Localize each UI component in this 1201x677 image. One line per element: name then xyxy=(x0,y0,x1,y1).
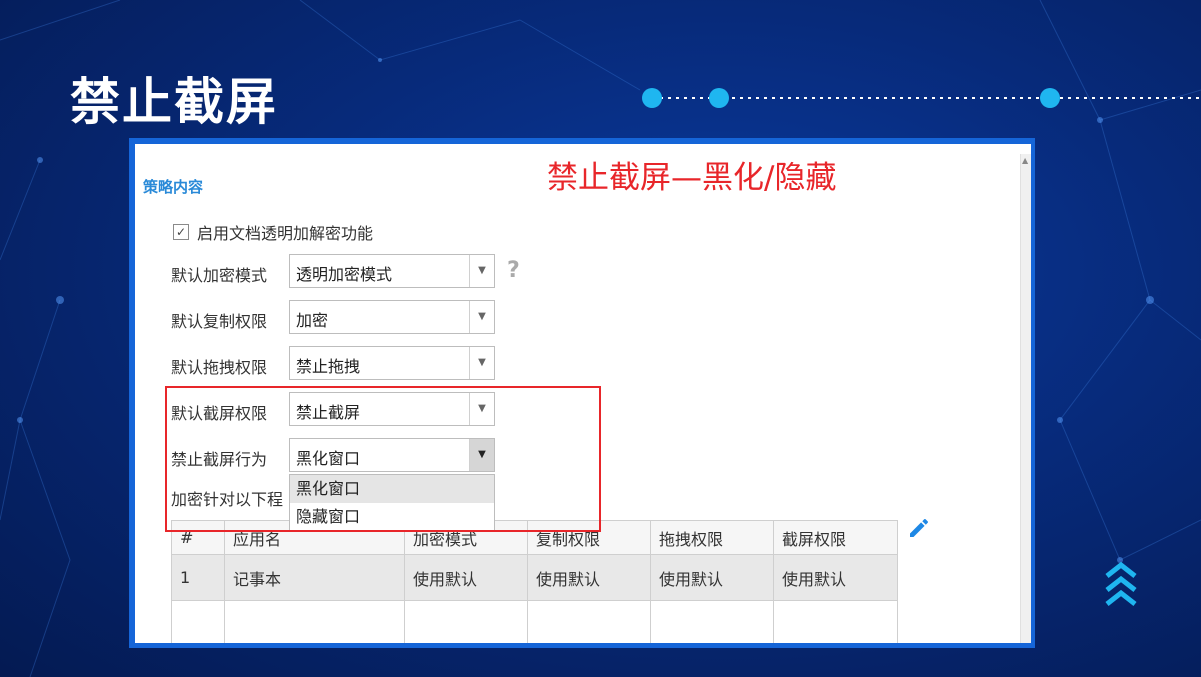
chevron-down-icon[interactable]: ▼ xyxy=(469,347,494,379)
app-table: # 应用名 加密模式 复制权限 拖拽权限 截屏权限 1 记事本 使用默认 使用默… xyxy=(171,520,898,643)
scroll-up-icon[interactable]: ▲ xyxy=(1022,156,1028,165)
table-empty-row xyxy=(171,600,898,643)
copy-perm-select[interactable]: 加密 ▼ xyxy=(289,300,495,334)
highlight-box xyxy=(165,386,601,532)
policy-panel: ▲ 禁止截屏—黑化/隐藏 策略内容 ✓ 启用文档透明加解密功能 默认加密模式 透… xyxy=(135,144,1031,643)
decorative-dots-line xyxy=(642,88,1201,108)
cell-screenshot-perm: 使用默认 xyxy=(773,554,898,601)
chevron-up-icon[interactable] xyxy=(1104,562,1138,610)
enable-encryption-label: 启用文档透明加解密功能 xyxy=(197,224,374,243)
col-header-screenshot-perm[interactable]: 截屏权限 xyxy=(773,520,898,555)
table-row[interactable]: 1 记事本 使用默认 使用默认 使用默认 使用默认 xyxy=(171,554,898,601)
encrypt-mode-value: 透明加密模式 xyxy=(296,265,393,284)
enable-encryption-row[interactable]: ✓ 启用文档透明加解密功能 xyxy=(173,220,373,244)
pencil-icon[interactable] xyxy=(907,516,931,540)
chevron-down-icon[interactable]: ▼ xyxy=(469,301,494,333)
chevron-down-icon[interactable]: ▼ xyxy=(469,255,494,287)
drag-perm-select[interactable]: 禁止拖拽 ▼ xyxy=(289,346,495,380)
cell-copy-perm: 使用默认 xyxy=(527,554,651,601)
question-icon[interactable]: ? xyxy=(507,258,520,283)
vertical-scrollbar[interactable]: ▲ xyxy=(1020,154,1031,643)
cell-encrypt-mode: 使用默认 xyxy=(404,554,528,601)
encrypt-mode-select[interactable]: 透明加密模式 ▼ xyxy=(289,254,495,288)
slide-title: 禁止截屏 xyxy=(70,73,278,131)
overlay-caption: 禁止截屏—黑化/隐藏 xyxy=(547,160,837,196)
section-title: 策略内容 xyxy=(143,178,204,196)
encrypt-mode-label: 默认加密模式 xyxy=(171,266,268,285)
col-header-drag-perm[interactable]: 拖拽权限 xyxy=(650,520,774,555)
cell-index: 1 xyxy=(171,554,225,601)
cell-drag-perm: 使用默认 xyxy=(650,554,774,601)
cell-app-name: 记事本 xyxy=(224,554,405,601)
drag-perm-value: 禁止拖拽 xyxy=(296,357,361,376)
copy-perm-label: 默认复制权限 xyxy=(171,312,268,331)
drag-perm-label: 默认拖拽权限 xyxy=(171,358,268,377)
copy-perm-value: 加密 xyxy=(296,311,329,330)
enable-encryption-checkbox[interactable]: ✓ xyxy=(173,224,189,240)
